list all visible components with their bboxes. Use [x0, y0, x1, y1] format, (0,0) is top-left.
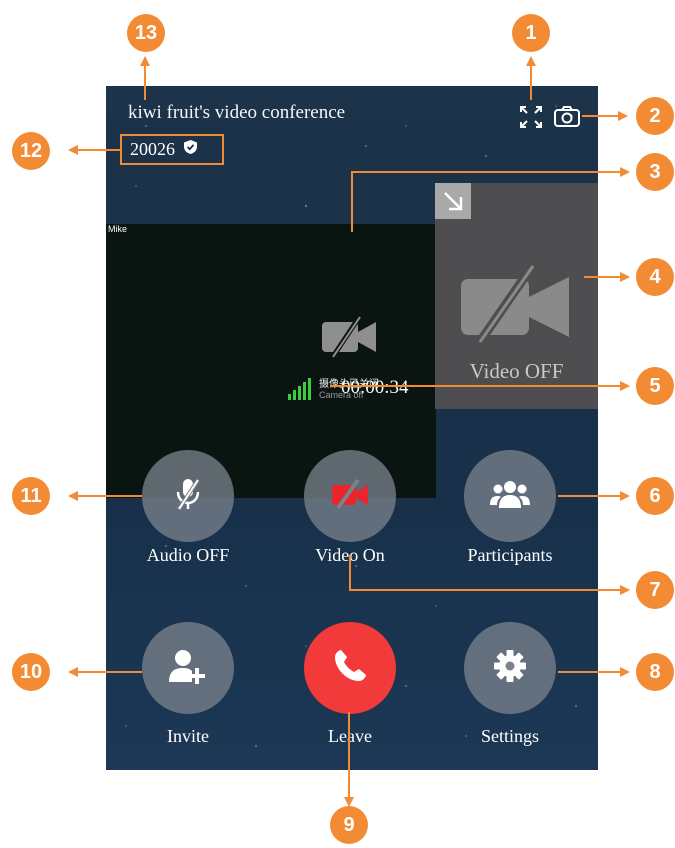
annotation-12: 12 [12, 132, 50, 170]
annotation-13: 13 [127, 14, 165, 52]
annotation-9: 9 [330, 806, 368, 844]
annotation-5: 5 [636, 367, 674, 405]
annotation-11: 11 [12, 477, 50, 515]
annotation-3: 3 [636, 153, 674, 191]
annotation-1: 1 [512, 14, 550, 52]
annotation-2: 2 [636, 97, 674, 135]
annotation-6: 6 [636, 477, 674, 515]
annotation-7: 7 [636, 571, 674, 609]
annotation-10: 10 [12, 653, 50, 691]
annotation-4: 4 [636, 258, 674, 296]
annotation-arrows [68, 56, 630, 807]
annotation-8: 8 [636, 653, 674, 691]
